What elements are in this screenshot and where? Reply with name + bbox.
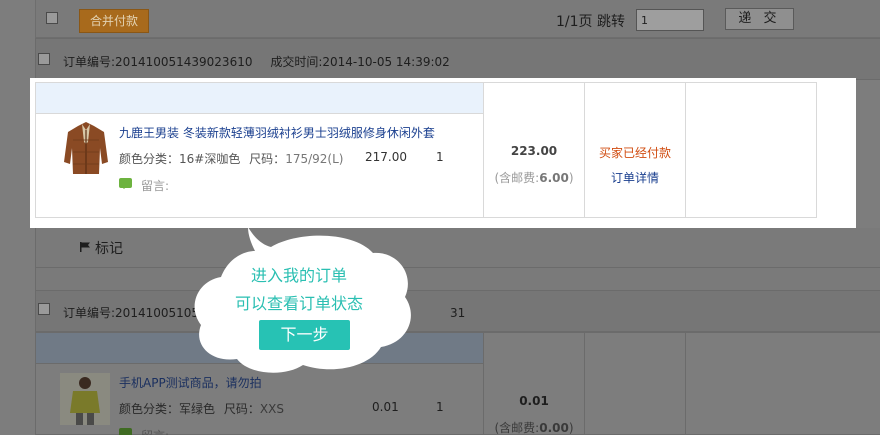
size-value: XXS bbox=[259, 402, 284, 416]
page-jump-input[interactable] bbox=[636, 9, 704, 31]
select-all-checkbox[interactable] bbox=[46, 12, 58, 24]
unit-price: 217.00 bbox=[365, 150, 407, 164]
order-number: 20141005143902361 bbox=[115, 55, 245, 69]
order-checkbox[interactable] bbox=[38, 53, 50, 65]
color-value: 军绿色 bbox=[179, 402, 216, 416]
product-spec: 颜色分类：军绿色 尺码：XXS bbox=[119, 400, 284, 417]
message-label[interactable]: 留言: bbox=[141, 177, 169, 194]
quantity: 1 bbox=[436, 400, 444, 414]
mark-row bbox=[35, 228, 880, 268]
submit-button[interactable]: 递 交 bbox=[725, 8, 794, 30]
message-icon[interactable] bbox=[119, 428, 132, 435]
order-header-text: 订单编号:201410051439023610 成交时间:2014-10-05 … bbox=[63, 53, 450, 70]
order-total: 223.00 bbox=[510, 144, 558, 158]
order-header: 订单编号:201410051439023610 成交时间:2014-10-05 … bbox=[35, 38, 880, 80]
order-status: 买家已经付款 bbox=[598, 146, 671, 160]
order-total: 0.01 bbox=[519, 394, 549, 408]
status-cell bbox=[584, 332, 686, 435]
deal-time-label: 成交时间: bbox=[270, 55, 323, 69]
size-label: 尺码： bbox=[223, 402, 260, 416]
order-number: 20141005105 bbox=[115, 306, 200, 320]
product-title-link[interactable]: 手机APP测试商品，请勿拍 bbox=[119, 374, 262, 391]
product-thumbnail[interactable] bbox=[58, 118, 114, 178]
size-label: 尺码： bbox=[249, 152, 286, 166]
message-label[interactable]: 留言: bbox=[141, 427, 169, 435]
deal-time: 2014-10-05 14:39:02 bbox=[322, 55, 450, 69]
order-checkbox[interactable] bbox=[38, 303, 50, 315]
shipping-fee: (含邮费:0.00) bbox=[494, 421, 574, 435]
order-number-label: 订单编号: bbox=[63, 55, 116, 69]
next-step-button[interactable]: 下一步 bbox=[259, 320, 350, 350]
order-number-end: 31 bbox=[450, 306, 466, 320]
unit-price: 0.01 bbox=[372, 400, 399, 414]
product-title-link[interactable]: 九鹿王男装 冬装新款轻薄羽绒衬衫男士羽绒服修身休闲外套 bbox=[119, 124, 435, 141]
color-label: 颜色分类： bbox=[119, 402, 180, 416]
order-header: 订单编号:20141005105 31 bbox=[35, 290, 880, 332]
mark-label[interactable]: 标记 bbox=[95, 238, 123, 258]
size-value: 175/92(L) bbox=[285, 152, 344, 166]
action-cell bbox=[685, 82, 817, 218]
product-spec: 颜色分类：16#深咖色 尺码：175/92(L) bbox=[119, 150, 343, 167]
color-value: 16#深咖色 bbox=[179, 152, 241, 166]
message-icon[interactable] bbox=[119, 178, 132, 189]
merge-payment-button[interactable]: 合并付款 bbox=[79, 9, 149, 33]
order-number-tail: 0 bbox=[244, 55, 253, 69]
order-number-label: 订单编号: bbox=[63, 306, 116, 320]
page-info: 1/1页 跳转 bbox=[556, 14, 625, 30]
product-thumbnail[interactable] bbox=[60, 373, 110, 425]
flag-icon[interactable] bbox=[80, 242, 91, 252]
order-detail-link[interactable]: 订单详情 bbox=[585, 169, 685, 186]
guide-line-1: 进入我的订单 bbox=[250, 266, 347, 285]
quantity: 1 bbox=[436, 150, 444, 164]
color-label: 颜色分类： bbox=[119, 152, 180, 166]
action-cell bbox=[685, 332, 880, 435]
shipping-fee: (含邮费:6.00) bbox=[494, 171, 574, 185]
guide-line-2: 可以查看订单状态 bbox=[234, 294, 363, 313]
